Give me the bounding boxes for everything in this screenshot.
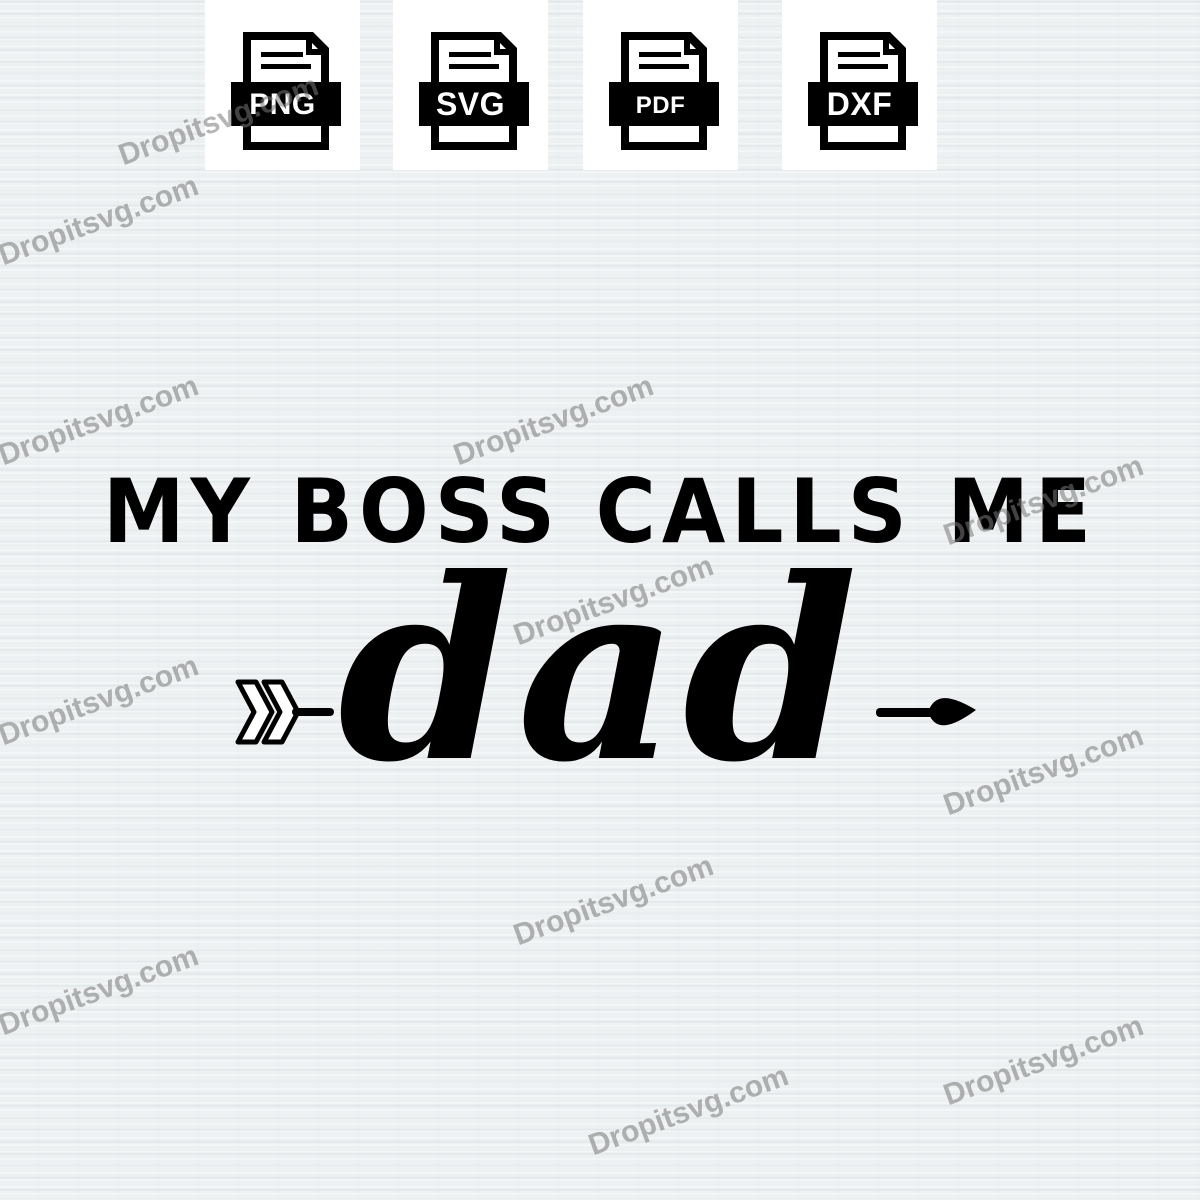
watermark-text: Dropitsvg.com bbox=[509, 849, 718, 953]
file-icon bbox=[419, 32, 529, 150]
svg-badge: SVG bbox=[393, 0, 548, 170]
watermark-text: Dropitsvg.com bbox=[449, 369, 658, 473]
format-label-pdf: PDF bbox=[635, 92, 686, 119]
watermark-text: Dropitsvg.com bbox=[584, 1059, 793, 1163]
watermark-text: Dropitsvg.com bbox=[0, 939, 203, 1043]
format-label-dxf: DXF bbox=[826, 86, 893, 122]
file-icon bbox=[808, 32, 918, 150]
pdf-badge: PDF bbox=[583, 0, 738, 170]
format-label-svg: SVG bbox=[435, 86, 506, 122]
file-icon bbox=[609, 32, 719, 150]
format-badges: PNG SVG PDF DXF bbox=[0, 0, 1200, 200]
watermark-text: Dropitsvg.com bbox=[0, 369, 203, 473]
arrow-head-icon bbox=[876, 698, 976, 726]
watermark-text: Dropitsvg.com bbox=[939, 1009, 1148, 1113]
dxf-badge: DXF bbox=[782, 0, 937, 170]
